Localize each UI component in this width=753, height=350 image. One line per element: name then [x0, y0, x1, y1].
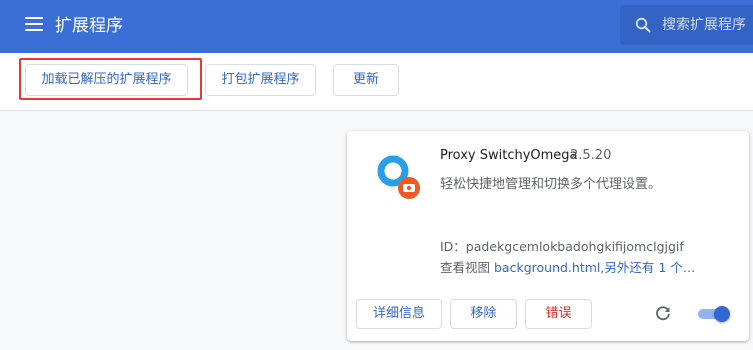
- search-box[interactable]: [620, 5, 753, 45]
- errors-button[interactable]: 错误: [525, 299, 592, 329]
- load-unpacked-button[interactable]: 加载已解压的扩展程序: [25, 64, 188, 96]
- inspect-view-link[interactable]: background.html: [494, 260, 600, 275]
- switchyomega-icon: [377, 155, 420, 199]
- inspect-view-more-link[interactable]: ,另外还有 1 个…: [600, 260, 695, 275]
- hamburger-menu-icon[interactable]: [25, 17, 43, 31]
- enable-toggle[interactable]: [696, 306, 730, 322]
- toolbar: 加载已解压的扩展程序 打包扩展程序 更新: [0, 53, 753, 111]
- reload-icon[interactable]: [654, 305, 672, 323]
- extension-description: 轻松快捷地管理和切换多个代理设置。: [440, 177, 662, 192]
- toggle-knob: [714, 306, 730, 322]
- extension-card: Proxy SwitchyOmega 2.5.20 轻松快捷地管理和切换多个代理…: [347, 131, 749, 341]
- search-icon[interactable]: [635, 17, 651, 33]
- page-title: 扩展程序: [55, 16, 123, 36]
- details-button[interactable]: 详细信息: [356, 299, 442, 329]
- pack-extension-button[interactable]: 打包扩展程序: [205, 64, 316, 96]
- inspect-views-label: 查看视图: [440, 260, 491, 275]
- extension-id: ID：padekgcemlokbadohgkifijomclgjgif: [440, 239, 684, 254]
- app-header: 扩展程序: [0, 0, 753, 53]
- update-button[interactable]: 更新: [333, 64, 399, 96]
- remove-button[interactable]: 移除: [450, 299, 517, 329]
- extension-name: Proxy SwitchyOmega: [440, 148, 578, 163]
- inspect-views: 查看视图 background.html,另外还有 1 个…: [440, 257, 740, 276]
- extension-version: 2.5.20: [570, 148, 612, 163]
- search-input[interactable]: [662, 5, 753, 45]
